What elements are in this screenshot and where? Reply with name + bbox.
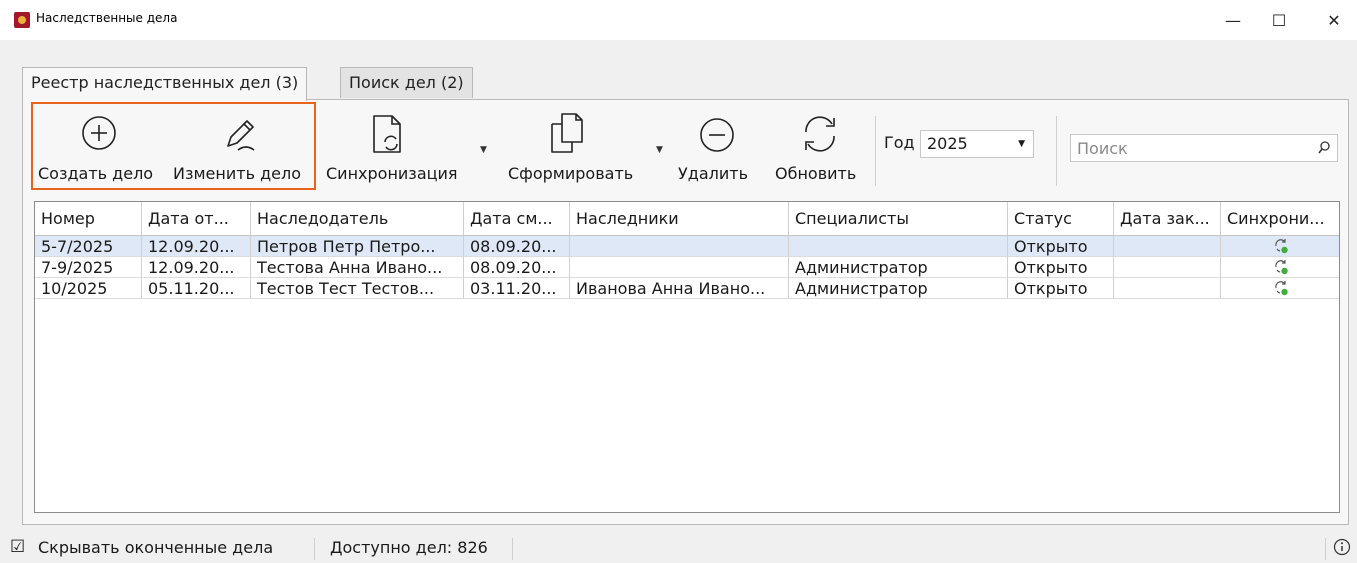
minimize-icon: — [1225,10,1241,30]
cell-heirs: Иванова Анна Ивано... [570,278,789,299]
create-case-button[interactable]: Создать дело [36,110,162,200]
cell-death-date: 03.11.20... [464,278,570,299]
refresh-button[interactable]: Обновить [774,110,868,200]
toolbar-separator [1056,116,1057,186]
status-separator [314,538,315,560]
cell-testator: Петров Петр Петро... [251,236,464,257]
maximize-icon: ☐ [1271,10,1287,30]
cases-table[interactable]: Номер Дата от... Наследодатель Дата см..… [34,201,1340,513]
status-separator [1325,538,1326,560]
cell-open-date: 12.09.20... [142,236,251,257]
cell-sync [1221,257,1339,278]
refresh-label: Обновить [775,164,857,183]
delete-button[interactable]: Удалить [676,110,758,200]
tab-search[interactable]: Поиск дел (2) [340,67,473,98]
column-header-number[interactable]: Номер [35,202,142,235]
cell-heirs [570,236,789,257]
edit-case-label: Изменить дело [173,164,302,183]
year-select[interactable]: 2025 ▼ [920,130,1034,158]
cell-death-date: 08.09.20... [464,236,570,257]
search-icon[interactable] [1317,140,1331,156]
column-header-close-date[interactable]: Дата зак... [1114,202,1221,235]
checkbox-checked-icon[interactable]: ☑ [10,537,25,557]
sync-dropdown-arrow-icon[interactable]: ▼ [480,145,487,155]
minimize-button[interactable]: — [1210,0,1256,40]
status-bar: ☑ Скрывать оконченные дела Доступно дел:… [0,530,1357,563]
cell-sync [1221,278,1339,299]
year-value: 2025 [927,134,968,153]
table-row[interactable]: 7-9/2025 12.09.20... Тестова Анна Ивано.… [35,257,1339,278]
available-count: Доступно дел: 826 [330,538,488,557]
minus-circle-icon [700,118,734,152]
cell-specialists: Администратор [789,278,1008,299]
info-icon[interactable] [1333,538,1351,556]
column-header-death-date[interactable]: Дата см... [464,202,570,235]
cell-open-date: 05.11.20... [142,278,251,299]
sync-label: Синхронизация [326,164,458,183]
file-sync-icon [373,115,401,153]
search-input[interactable]: Поиск [1070,134,1338,162]
column-header-open-date[interactable]: Дата от... [142,202,251,235]
copy-documents-icon [551,113,583,153]
search-placeholder: Поиск [1077,139,1128,158]
column-header-specialists[interactable]: Специалисты [789,202,1008,235]
cell-specialists: Администратор [789,257,1008,278]
toolbar-separator [875,116,876,186]
create-case-label: Создать дело [38,164,154,183]
cell-status: Открыто [1008,236,1114,257]
column-header-sync[interactable]: Синхрони... [1221,202,1339,235]
year-label: Год [884,133,915,152]
sync-button[interactable]: Синхронизация [324,110,464,200]
tab-registry[interactable]: Реестр наследственных дел (3) [22,67,308,101]
form-button[interactable]: Сформировать [500,110,634,200]
cell-number: 5-7/2025 [35,236,142,257]
cell-number: 7-9/2025 [35,257,142,278]
sync-ok-icon [1275,260,1288,275]
pencil-icon [227,120,255,151]
title-bar: Наследственные дела — ☐ ✕ [0,0,1357,40]
cell-status: Открыто [1008,257,1114,278]
cell-close-date [1114,236,1221,257]
cell-death-date: 08.09.20... [464,257,570,278]
column-header-status[interactable]: Статус [1008,202,1114,235]
cell-heirs [570,257,789,278]
refresh-icon [805,116,835,152]
cell-sync [1221,236,1339,257]
delete-label: Удалить [678,164,748,183]
cell-number: 10/2025 [35,278,142,299]
cell-close-date [1114,278,1221,299]
form-dropdown-arrow-icon[interactable]: ▼ [656,145,663,155]
chevron-down-icon: ▼ [1018,139,1025,149]
cell-specialists [789,236,1008,257]
close-button[interactable]: ✕ [1311,0,1357,40]
maximize-button[interactable]: ☐ [1256,0,1302,40]
plus-circle-icon [82,116,116,150]
cell-testator: Тестов Тест Тестов... [251,278,464,299]
table-header: Номер Дата от... Наследодатель Дата см..… [35,202,1339,236]
cell-status: Открыто [1008,278,1114,299]
form-label: Сформировать [508,164,634,183]
hide-finished-label[interactable]: Скрывать оконченные дела [38,538,273,557]
close-icon: ✕ [1327,10,1341,30]
app-logo-icon [14,12,30,28]
table-row[interactable]: 10/2025 05.11.20... Тестов Тест Тестов..… [35,278,1339,299]
cell-testator: Тестова Анна Ивано... [251,257,464,278]
window-title: Наследственные дела [36,11,178,25]
sync-ok-icon [1275,281,1288,296]
table-row[interactable]: 5-7/2025 12.09.20... Петров Петр Петро..… [35,236,1339,257]
cell-open-date: 12.09.20... [142,257,251,278]
status-separator [512,538,513,560]
cell-close-date [1114,257,1221,278]
sync-ok-icon [1275,239,1288,254]
column-header-testator[interactable]: Наследодатель [251,202,464,235]
column-header-heirs[interactable]: Наследники [570,202,789,235]
edit-case-button[interactable]: Изменить дело [170,110,312,200]
